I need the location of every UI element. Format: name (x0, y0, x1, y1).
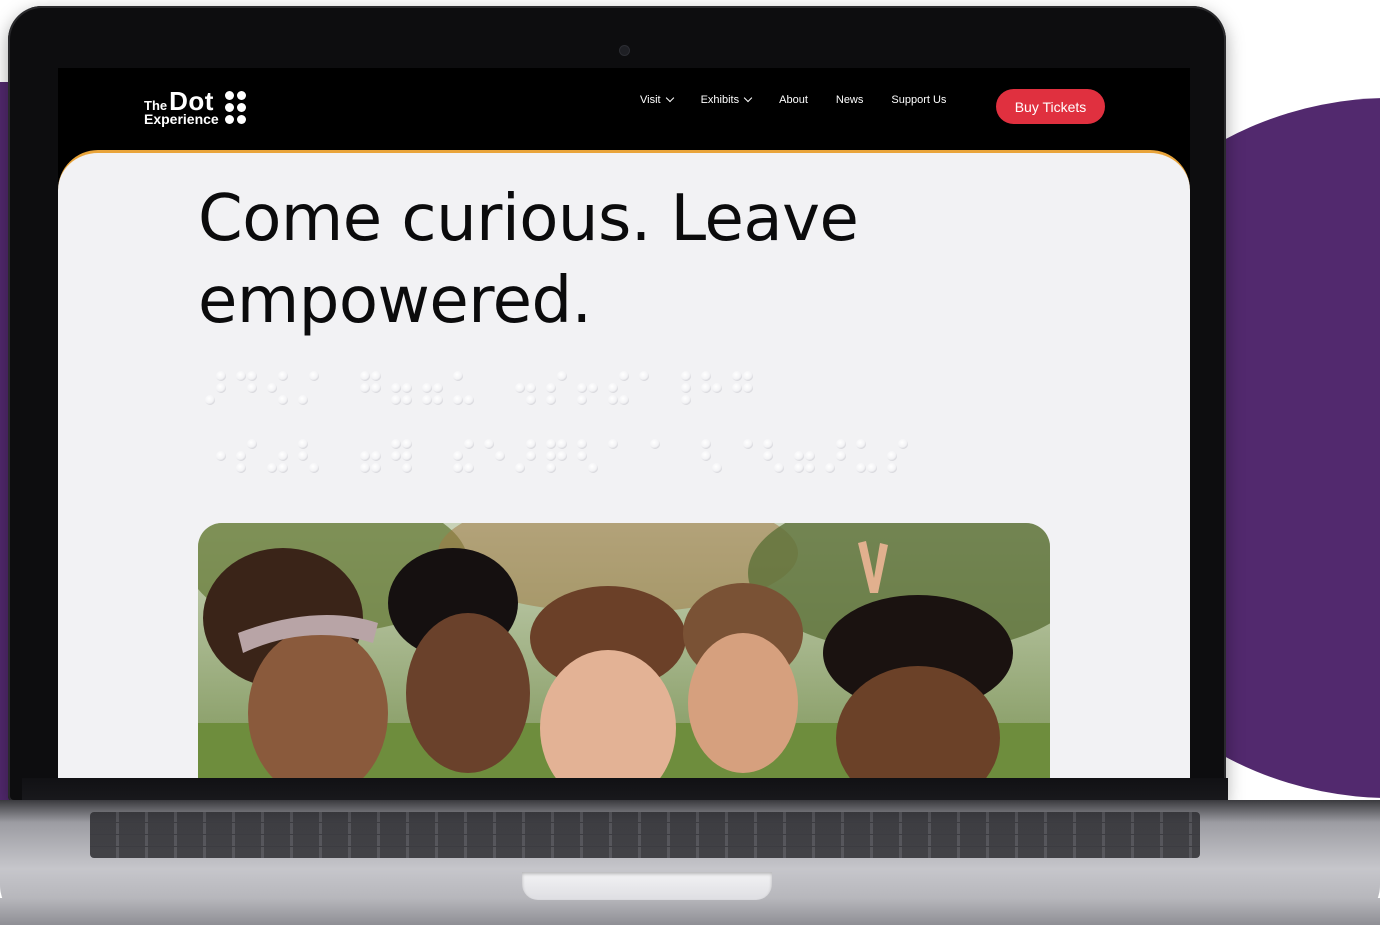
laptop-lid-notch (522, 872, 772, 900)
nav-item-label: Exhibits (700, 94, 740, 106)
nav-item-label: Support Us (891, 94, 947, 106)
nav-menu: Visit Exhibits About News Support Us (640, 93, 974, 106)
logo-wordmark: The Dot Experience (144, 88, 219, 126)
nav-item-news[interactable]: News (836, 94, 864, 106)
braille-dots-icon (224, 90, 246, 124)
braille-embossed-graphic (205, 371, 908, 473)
laptop-lid: The Dot Experience Visit Exhibits About … (8, 6, 1228, 808)
site-navbar: The Dot Experience Visit Exhibits About … (58, 68, 1190, 144)
hero-headline: Come curious. Leave empowered. (198, 182, 859, 338)
logo-experience: Experience (144, 111, 219, 127)
chevron-down-icon (665, 93, 674, 103)
keyboard-rows (90, 812, 1200, 858)
nav-item-exhibits[interactable]: Exhibits (700, 93, 753, 106)
nav-item-label: News (835, 94, 864, 106)
laptop-screen: The Dot Experience Visit Exhibits About … (58, 68, 1190, 778)
site-logo[interactable]: The Dot Experience (144, 86, 246, 128)
nav-item-support-us[interactable]: Support Us (891, 94, 946, 106)
nav-item-label: Visit (640, 94, 661, 106)
nav-item-visit[interactable]: Visit (640, 93, 674, 106)
hero-photo (198, 523, 1050, 778)
chevron-down-icon (743, 93, 753, 103)
nav-item-label: About (779, 94, 808, 106)
buy-tickets-button[interactable]: Buy Tickets (996, 89, 1105, 124)
webcam-icon (620, 46, 629, 55)
nav-item-about[interactable]: About (779, 94, 808, 106)
group-selfie-image (198, 523, 1050, 778)
laptop-mockup-scene: The Dot Experience Visit Exhibits About … (0, 0, 1380, 925)
laptop-base-edge (0, 898, 1380, 925)
